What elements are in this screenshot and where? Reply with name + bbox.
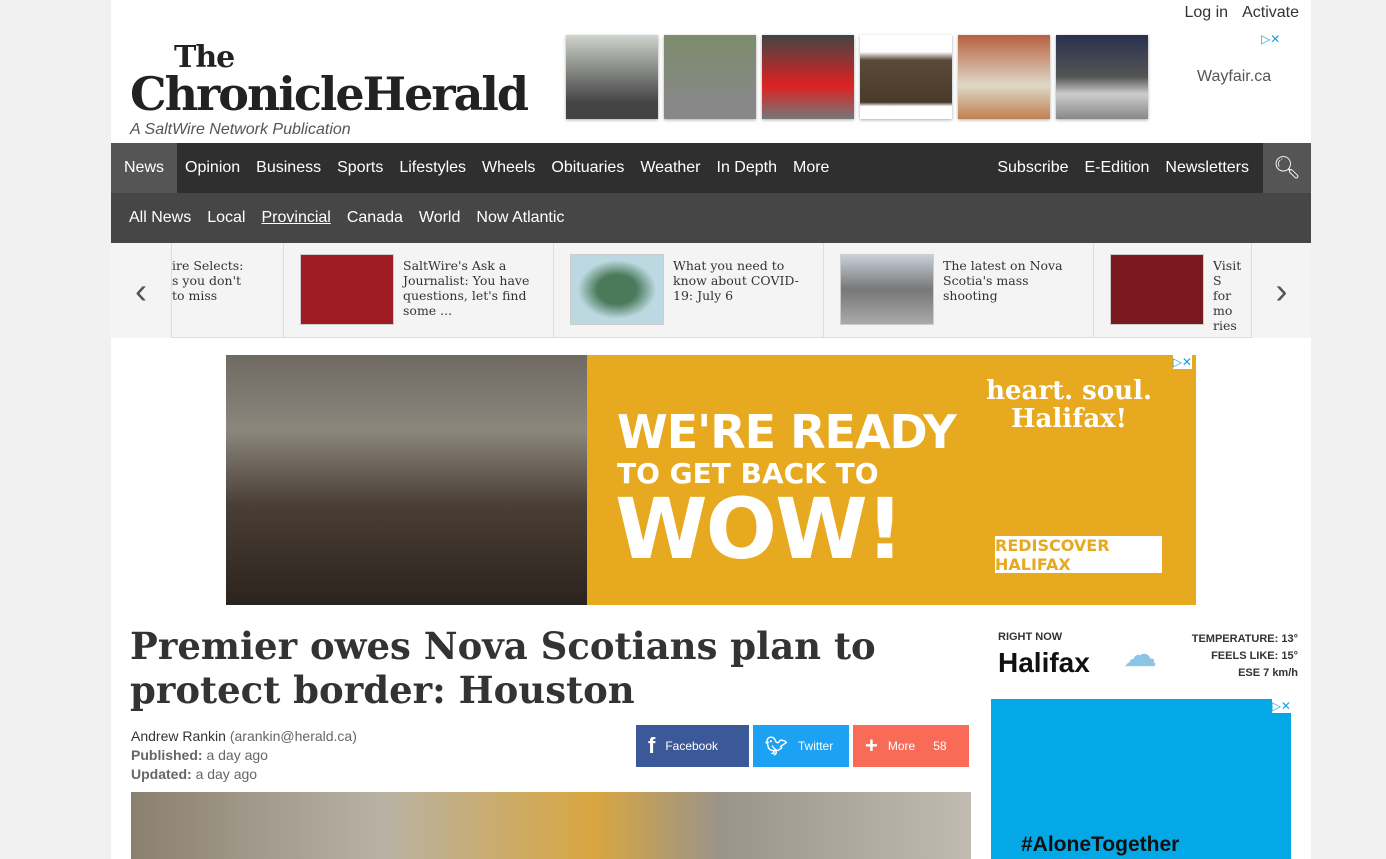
plus-icon: +	[865, 733, 878, 758]
surfer-image	[226, 355, 587, 605]
twitter-icon: 🐦︎	[765, 735, 788, 756]
author[interactable]: Andrew Rankin	[131, 728, 226, 744]
nav-lifestyles[interactable]: Lifestyles	[391, 143, 474, 193]
nav-e-edition[interactable]: E-Edition	[1077, 143, 1158, 193]
ad-headline: WE'RE READY	[617, 405, 957, 459]
carousel-prev-icon[interactable]: ‹	[111, 243, 171, 338]
cloud-icon: ☁	[1123, 636, 1157, 674]
logo[interactable]: The ChronicleHerald A SaltWire Network P…	[130, 43, 529, 139]
logo-tagline: A SaltWire Network Publication	[130, 121, 351, 139]
author-email[interactable]: (arankin@herald.ca)	[230, 728, 357, 744]
facebook-share-button[interactable]: f Facebook	[636, 725, 749, 767]
activate-link[interactable]: Activate	[1242, 4, 1299, 22]
ad-slogan: heart. soul. Halifax!	[986, 376, 1152, 434]
more-share-button[interactable]: + More 58	[853, 725, 969, 767]
page: Log in Activate The ChronicleHerald A Sa…	[111, 0, 1311, 859]
main-nav: News Opinion Business Sports Lifestyles …	[111, 143, 1311, 193]
ad-choices-icon[interactable]: ▷✕	[1172, 355, 1192, 369]
subnav-world[interactable]: World	[411, 209, 469, 227]
nav-opinion[interactable]: Opinion	[177, 143, 248, 193]
updated-date: a day ago	[195, 766, 258, 782]
nav-more[interactable]: More	[785, 143, 837, 193]
carousel-next-icon[interactable]: ›	[1251, 243, 1311, 338]
twitter-share-button[interactable]: 🐦︎ Twitter	[753, 725, 849, 767]
ad-wow: WOW!	[615, 480, 904, 578]
carousel-item[interactable]: SaltWire's Ask a Journalist: You have qu…	[283, 243, 553, 338]
carousel-item[interactable]: What you need to know about COVID-19: Ju…	[553, 243, 823, 338]
nav-obituaries[interactable]: Obituaries	[543, 143, 632, 193]
rediscover-button[interactable]: REDISCOVER HALIFAX	[995, 536, 1162, 574]
nav-news[interactable]: News	[111, 143, 178, 193]
nav-sports[interactable]: Sports	[329, 143, 391, 193]
weather-city: Halifax	[998, 647, 1090, 678]
nav-weather[interactable]: Weather	[632, 143, 708, 193]
share-count: 58	[933, 739, 947, 753]
side-ad[interactable]: ▷✕ #AloneTogether	[991, 699, 1291, 859]
top-ad[interactable]	[566, 35, 1148, 119]
ad-choices-icon[interactable]: ▷✕	[1261, 32, 1280, 46]
sub-nav: All News Local Provincial Canada World N…	[111, 193, 1311, 243]
weather-widget[interactable]: RIGHT NOW Halifax ☁ TEMPERATURE: 13° FEEL…	[998, 627, 1298, 687]
subnav-all-news[interactable]: All News	[121, 209, 199, 227]
login-link[interactable]: Log in	[1184, 4, 1228, 22]
carousel-item[interactable]: ire Selects: s you don't to miss	[171, 243, 283, 338]
halifax-ad-banner[interactable]: WE'RE READY TO GET BACK TO WOW! heart. s…	[226, 355, 1196, 605]
nav-wheels[interactable]: Wheels	[474, 143, 543, 193]
subnav-provincial[interactable]: Provincial	[253, 209, 338, 227]
story-carousel: ire Selects: s you don't to miss SaltWir…	[111, 243, 1311, 338]
subnav-local[interactable]: Local	[199, 209, 253, 227]
carousel-item[interactable]: Visit S for mo ries y	[1093, 243, 1251, 338]
subnav-now-atlantic[interactable]: Now Atlantic	[468, 209, 572, 227]
nav-subscribe[interactable]: Subscribe	[989, 143, 1076, 193]
ad-advertiser[interactable]: Wayfair.ca	[1197, 68, 1271, 86]
carousel-item[interactable]: The latest on Nova Scotia's mass shootin…	[823, 243, 1093, 338]
nav-in-depth[interactable]: In Depth	[709, 143, 785, 193]
search-icon[interactable]: 🔍︎	[1263, 143, 1311, 193]
article-image	[131, 792, 971, 859]
published-date: a day ago	[206, 747, 268, 763]
logo-name: ChronicleHerald	[130, 66, 529, 121]
facebook-icon: f	[648, 733, 656, 758]
nav-newsletters[interactable]: Newsletters	[1157, 143, 1257, 193]
subnav-canada[interactable]: Canada	[339, 209, 411, 227]
article-headline: Premier owes Nova Scotians plan to prote…	[130, 624, 876, 712]
byline: Andrew Rankin (arankin@herald.ca) Publis…	[131, 728, 357, 782]
nav-business[interactable]: Business	[248, 143, 329, 193]
